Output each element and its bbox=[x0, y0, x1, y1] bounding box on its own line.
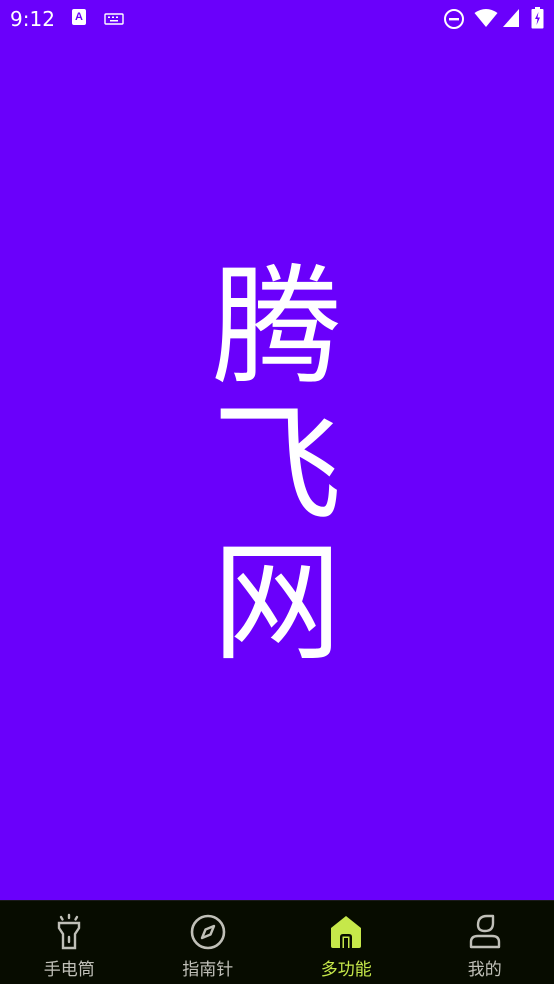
hero-char-2: 飞 bbox=[211, 389, 342, 541]
keyboard-icon bbox=[104, 13, 124, 25]
status-time: 9:12 bbox=[10, 7, 55, 31]
hero-title: 腾 飞 网 bbox=[0, 258, 554, 672]
nav-label-compass: 指南针 bbox=[182, 960, 234, 980]
nav-item-multifunction[interactable]: 多功能 bbox=[277, 901, 416, 984]
wifi-icon bbox=[474, 9, 498, 27]
bottom-nav: 手电筒 指南针 多功能 我的 bbox=[0, 900, 554, 984]
hero-char-1: 腾 bbox=[211, 251, 342, 403]
profile-icon bbox=[469, 914, 500, 949]
signal-icon bbox=[503, 9, 519, 27]
app-screen: 9:12 A 腾 飞 网 手电筒 指南针 多功能 我的 bbox=[0, 0, 554, 984]
nav-item-flashlight[interactable]: 手电筒 bbox=[0, 901, 139, 984]
compass-icon bbox=[190, 914, 226, 950]
nav-label-multifunction: 多功能 bbox=[320, 960, 372, 980]
do-not-disturb-icon bbox=[444, 9, 464, 29]
nav-item-compass[interactable]: 指南针 bbox=[139, 901, 278, 984]
text-a-icon: A bbox=[72, 9, 86, 25]
nav-item-profile[interactable]: 我的 bbox=[416, 901, 554, 984]
home-icon bbox=[331, 916, 362, 948]
nav-label-flashlight: 手电筒 bbox=[43, 960, 95, 980]
hero-char-3: 网 bbox=[211, 527, 342, 679]
flashlight-icon bbox=[58, 913, 81, 950]
status-bar: 9:12 A bbox=[0, 0, 554, 38]
battery-icon bbox=[531, 7, 544, 29]
nav-label-profile: 我的 bbox=[467, 960, 502, 980]
